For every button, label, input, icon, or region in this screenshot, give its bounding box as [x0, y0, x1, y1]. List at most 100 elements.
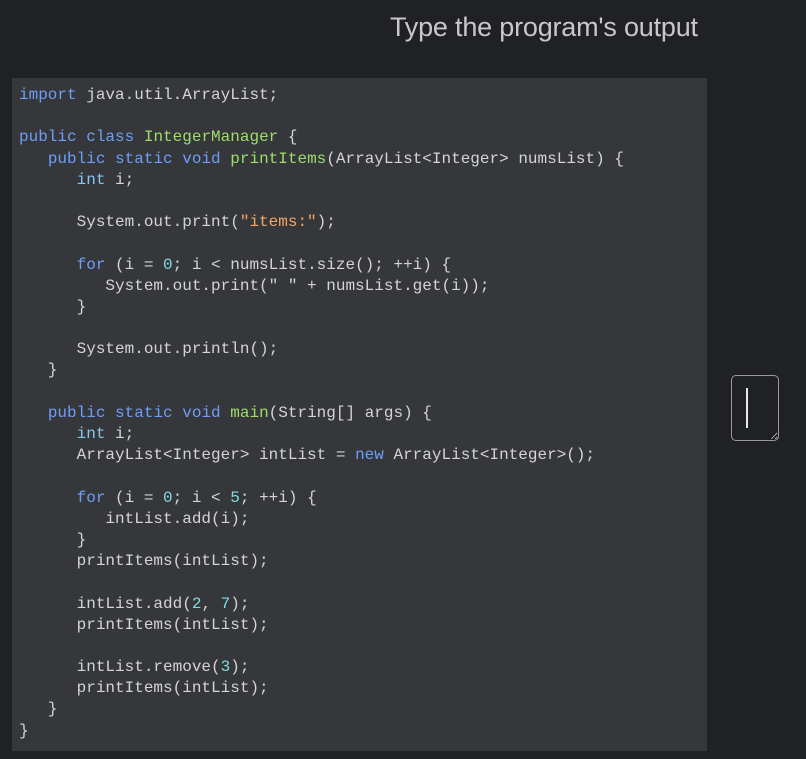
code-line: }	[19, 297, 707, 318]
code-line: int i;	[19, 170, 707, 191]
exercise-page: Type the program's output import java.ut…	[0, 0, 806, 759]
code-line: public static void printItems(ArrayList<…	[19, 149, 707, 170]
code-token: void	[182, 403, 221, 422]
code-block: import java.util.ArrayList; public class…	[19, 85, 707, 742]
code-token: intList.add(i);	[19, 509, 250, 528]
code-token: ArrayList<Integer>();	[383, 446, 596, 465]
code-token: 5	[230, 488, 240, 507]
code-line: intList.remove(3);	[19, 657, 707, 678]
code-line: printItems(intList);	[19, 678, 707, 699]
code-token: static	[115, 149, 173, 168]
code-line: }	[19, 360, 707, 381]
code-line: intList.add(i);	[19, 509, 707, 530]
code-token: 0	[163, 255, 173, 274]
code-line: }	[19, 721, 707, 742]
code-token: import	[19, 86, 77, 104]
code-line: for (i = 0; i < 5; ++i) {	[19, 488, 707, 509]
code-token: public	[19, 128, 77, 147]
code-line: }	[19, 699, 707, 720]
code-token: );	[230, 594, 250, 613]
code-token: void	[182, 149, 221, 168]
code-line: for (i = 0; i < numsList.size(); ++i) {	[19, 255, 707, 276]
code-token: intList.remove(	[19, 658, 221, 677]
code-token: }	[19, 297, 87, 316]
code-token: int	[76, 170, 106, 189]
code-token: );	[316, 213, 336, 232]
code-token: static	[115, 403, 173, 422]
code-token: (i =	[105, 255, 164, 274]
code-token: 7	[220, 594, 231, 613]
code-line: System.out.print(" " + numsList.get(i));	[19, 276, 707, 297]
code-line: int i;	[19, 424, 707, 445]
code-token: 0	[163, 488, 173, 507]
code-token: ; i <	[172, 488, 231, 507]
code-token: }	[19, 361, 58, 380]
code-token: int	[76, 425, 106, 443]
code-token: System.out.print(	[19, 213, 240, 232]
code-line: System.out.println();	[19, 339, 707, 360]
answer-input[interactable]	[732, 376, 778, 440]
code-line: public static void main(String[] args) {	[19, 403, 707, 424]
answer-box[interactable]	[731, 375, 779, 441]
code-token: ; ++i) {	[239, 488, 317, 507]
code-line: ArrayList<Integer> intList = new ArrayLi…	[19, 445, 707, 466]
prompt-title: Type the program's output	[390, 12, 698, 42]
code-token: for	[76, 488, 106, 507]
code-panel: import java.util.ArrayList; public class…	[12, 78, 707, 751]
code-token: System.out.print(" " + numsList.get(i));	[19, 276, 490, 295]
code-line: }	[19, 530, 707, 551]
code-token: intList.add(	[19, 594, 192, 613]
code-line: System.out.print("items:");	[19, 212, 707, 233]
code-token: main	[230, 403, 269, 422]
code-token: printItems	[230, 149, 327, 168]
code-token: (i =	[105, 488, 164, 507]
code-token: printItems(intList);	[19, 552, 269, 571]
code-token: new	[355, 446, 384, 465]
code-token: 3	[220, 658, 231, 677]
code-token: i;	[105, 170, 135, 189]
code-token: public	[47, 403, 106, 422]
code-line: printItems(intList);	[19, 615, 707, 636]
code-token: (String[] args) {	[268, 403, 432, 422]
code-token: for	[76, 255, 106, 274]
code-token: System.out.println();	[19, 340, 279, 359]
code-token: "items:"	[239, 213, 317, 232]
code-token: 2	[191, 594, 202, 613]
code-token: }	[19, 700, 58, 719]
code-token: }	[19, 530, 87, 549]
code-token: ArrayList<Integer> intList =	[19, 446, 356, 465]
code-token: }	[19, 721, 29, 740]
code-token: );	[230, 658, 250, 677]
code-token: class	[86, 128, 135, 147]
code-token: printItems(intList);	[19, 615, 269, 634]
code-token: IntegerManager	[143, 128, 279, 147]
code-line: import java.util.ArrayList;	[19, 85, 707, 106]
code-token: (ArrayList<Integer> numsList) {	[326, 149, 624, 168]
code-token: java.util.ArrayList;	[76, 86, 279, 104]
code-token: ; i < numsList.size(); ++i) {	[172, 255, 452, 274]
text-caret	[746, 388, 748, 428]
code-line: public class IntegerManager {	[19, 127, 707, 148]
code-token: ,	[201, 594, 221, 613]
code-line: intList.add(2, 7);	[19, 594, 707, 615]
code-line: printItems(intList);	[19, 551, 707, 572]
